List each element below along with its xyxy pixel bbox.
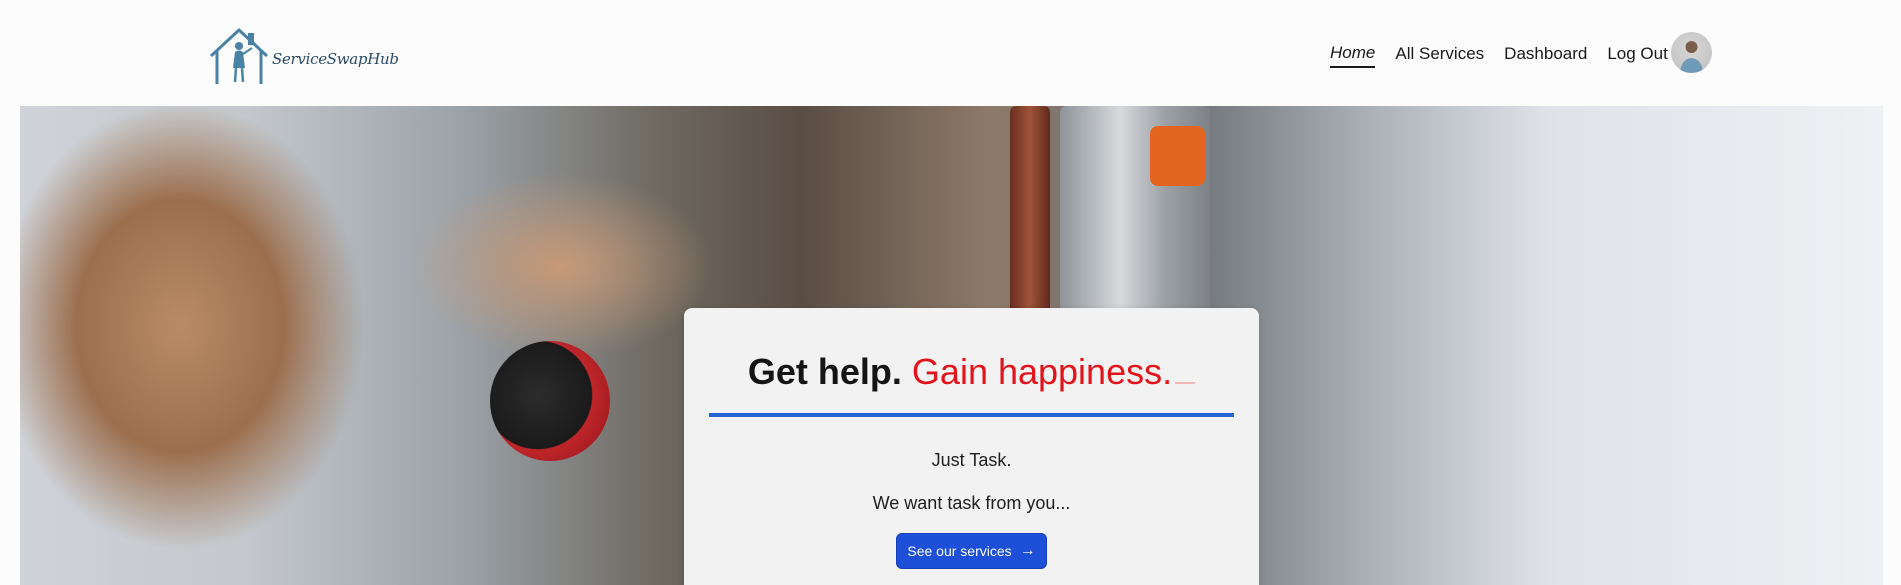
typing-cursor bbox=[1175, 382, 1196, 384]
main-nav: Home All Services Dashboard Log Out bbox=[1330, 40, 1688, 68]
brand-name: ServiceSwapHub bbox=[272, 50, 399, 68]
hero-photo-valve bbox=[1150, 126, 1205, 186]
hero-banner: Get help. Gain happiness. Just Task. We … bbox=[20, 106, 1883, 585]
house-logo-icon bbox=[209, 28, 269, 84]
hero-headline: Get help. Gain happiness. bbox=[684, 350, 1259, 394]
headline-accent: Gain happiness. bbox=[911, 351, 1173, 392]
headline-bold: Get help. bbox=[747, 351, 902, 392]
navbar: ServiceSwapHub Home All Services Dashboa… bbox=[0, 0, 1901, 106]
see-services-label: See our services bbox=[907, 543, 1012, 559]
arrow-right-icon: → bbox=[1019, 542, 1036, 559]
nav-all-services[interactable]: All Services bbox=[1395, 43, 1484, 65]
hero-photo-pump bbox=[490, 341, 610, 461]
nav-log-out[interactable]: Log Out bbox=[1607, 43, 1668, 65]
hero-tagline: Just Task. bbox=[931, 450, 1012, 470]
nav-dashboard[interactable]: Dashboard bbox=[1504, 43, 1587, 65]
headline-divider bbox=[709, 413, 1234, 417]
nav-home[interactable]: Home bbox=[1330, 42, 1376, 68]
see-services-button[interactable]: See our services → bbox=[896, 533, 1047, 569]
brand-logo[interactable]: ServiceSwapHub bbox=[208, 26, 399, 86]
user-avatar[interactable] bbox=[1671, 32, 1712, 73]
hero-subtext: We want task from you... bbox=[872, 493, 1071, 513]
user-avatar-icon bbox=[1680, 41, 1703, 73]
hero-card: Get help. Gain happiness. Just Task. We … bbox=[684, 308, 1259, 585]
